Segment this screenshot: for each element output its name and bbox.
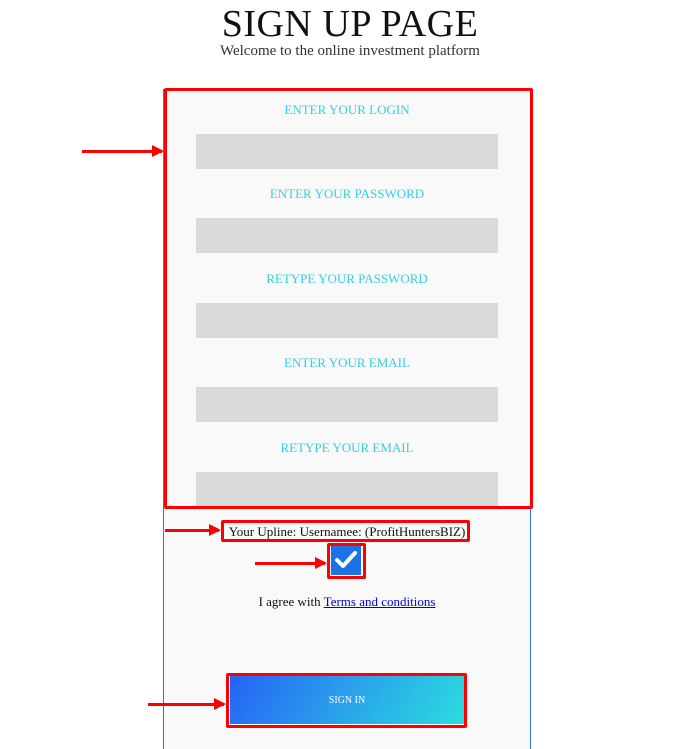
page-subtitle: Welcome to the online investment platfor… <box>220 43 480 59</box>
retype-email-label: RETYPE YOUR EMAIL <box>280 440 414 455</box>
retype-email-input[interactable] <box>196 472 498 507</box>
arrow-icon <box>82 145 164 157</box>
login-label: ENTER YOUR LOGIN <box>284 102 410 117</box>
arrow-icon <box>148 698 226 710</box>
agree-checkbox[interactable] <box>331 545 361 575</box>
email-label: ENTER YOUR EMAIL <box>284 355 410 370</box>
signup-form: ENTER YOUR LOGIN ENTER YOUR PASSWORD RET… <box>163 89 531 749</box>
agree-text: I agree with Terms and conditions <box>164 594 530 610</box>
arrow-icon <box>165 524 221 536</box>
retype-password-label: RETYPE YOUR PASSWORD <box>266 271 428 286</box>
checkmark-icon <box>335 551 357 568</box>
retype-password-input[interactable] <box>196 303 498 338</box>
login-input[interactable] <box>196 134 498 169</box>
password-label: ENTER YOUR PASSWORD <box>269 186 425 201</box>
sign-in-button[interactable]: SIGN IN <box>230 676 464 724</box>
terms-link[interactable]: Terms and conditions <box>324 594 436 609</box>
password-input[interactable] <box>196 218 498 253</box>
page-title: SIGN UP PAGE <box>221 3 479 45</box>
arrow-icon <box>255 557 327 569</box>
agree-prefix: I agree with <box>258 594 324 609</box>
email-input[interactable] <box>196 387 498 422</box>
